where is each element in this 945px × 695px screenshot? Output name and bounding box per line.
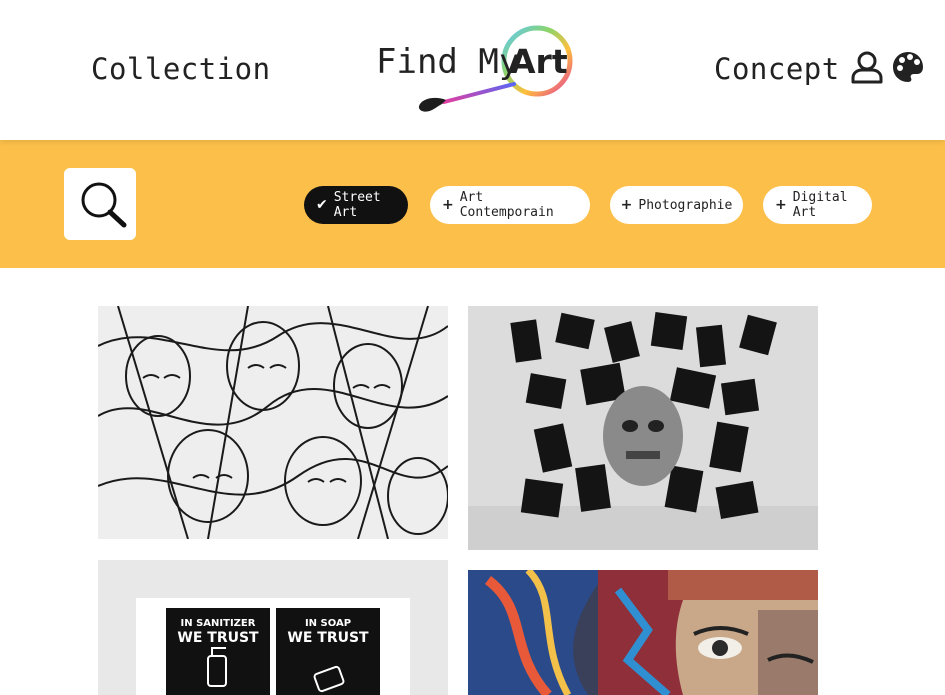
poster-line: WE TRUST xyxy=(177,630,259,646)
artwork-card[interactable] xyxy=(98,306,448,539)
filter-chip-street-art[interactable]: ✔ Street Art xyxy=(304,186,408,224)
artwork-image xyxy=(468,306,818,550)
poster-line: WE TRUST xyxy=(287,630,369,646)
plus-icon: + xyxy=(442,197,454,213)
poster-line: IN SANITIZER xyxy=(181,618,256,629)
artwork-image xyxy=(98,306,448,539)
logo-highlight-text: Art xyxy=(510,42,568,81)
search-button[interactable] xyxy=(64,168,136,240)
search-icon xyxy=(81,182,127,228)
artwork-card[interactable]: IN SANITIZER WE TRUST IN SOAP WE TRUST xyxy=(98,560,448,695)
nav-concept-link[interactable]: Concept xyxy=(714,52,840,86)
logo-text: Find My xyxy=(376,42,520,82)
nav-collection-link[interactable]: Collection xyxy=(91,52,271,86)
filter-chip-label: Street Art xyxy=(333,190,381,220)
artwork-card[interactable] xyxy=(468,306,818,550)
check-icon: ✔ xyxy=(316,197,328,213)
filter-bar: ✔ Street Art + Art Contemporain + Photog… xyxy=(0,140,945,268)
plus-icon: + xyxy=(775,197,787,213)
logo[interactable]: Find My Art xyxy=(372,22,578,116)
filter-chip-label: Digital Art xyxy=(792,190,848,220)
filter-chip-label: Art Contemporain xyxy=(459,190,554,220)
filter-chip-photographie[interactable]: + Photographie xyxy=(610,186,743,224)
filter-chip-label: Photographie xyxy=(638,197,733,213)
poster-line: IN SOAP xyxy=(305,618,351,629)
site-header: Collection Find My Art Concept xyxy=(0,0,945,140)
user-icon[interactable] xyxy=(850,50,884,84)
filter-chip-digital-art[interactable]: + Digital Art xyxy=(763,186,872,224)
filter-chip-art-contemporain[interactable]: + Art Contemporain xyxy=(430,186,590,224)
artwork-card[interactable] xyxy=(468,570,818,695)
artwork-image xyxy=(468,570,818,695)
artwork-image: IN SANITIZER WE TRUST IN SOAP WE TRUST xyxy=(98,560,448,695)
plus-icon: + xyxy=(620,197,633,213)
palette-icon[interactable] xyxy=(891,50,925,84)
